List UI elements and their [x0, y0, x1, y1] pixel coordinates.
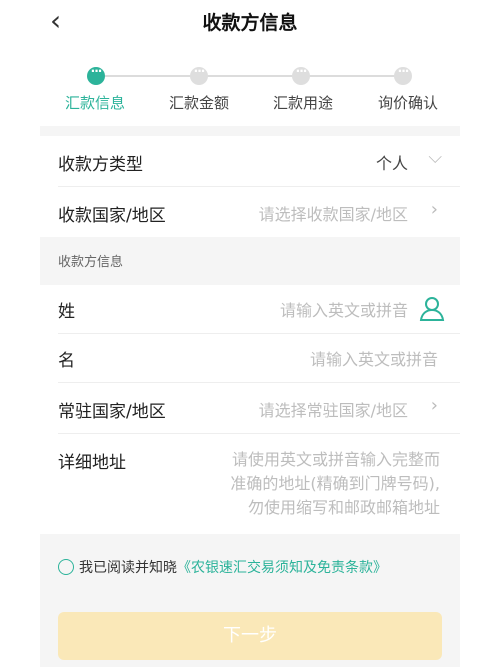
given-name-row[interactable]: 名 请输入英文或拼音 [40, 334, 460, 382]
surname-label: 姓 [58, 302, 75, 322]
step-dot-active [87, 64, 105, 85]
payee-type-label: 收款方类型 [58, 155, 143, 175]
address-placeholder-line: 请使用英文或拼音输入完整而 [231, 450, 440, 469]
residence-country-placeholder: 请选择常驻国家/地区 [258, 401, 408, 420]
agree-checkbox[interactable] [58, 559, 74, 575]
given-name-label: 名 [58, 351, 75, 371]
progress-steps: 汇款信息 汇款金额 汇款用途 询价确认 [40, 62, 460, 122]
payee-country-row[interactable]: 收款国家/地区 请选择收款国家/地区 › [40, 187, 460, 237]
user-contact-icon[interactable] [418, 294, 446, 322]
step-label-amount: 汇款金额 [169, 94, 230, 112]
address-label: 详细地址 [58, 453, 126, 473]
step-dot [292, 64, 310, 85]
step-dot [394, 64, 412, 85]
payee-type-value: 个人 [375, 154, 408, 173]
chevron-down-icon: ⌵ [428, 147, 442, 168]
agreement-text: 我已阅读并知晓 [79, 560, 177, 576]
nav-bar: ‹ 收款方信息 [0, 0, 500, 44]
address-textarea[interactable]: 请使用英文或拼音输入完整而 准确的地址(精确到门牌号码), 勿使用缩写和邮政邮箱… [200, 448, 440, 520]
chevron-right-icon: › [430, 395, 438, 416]
page-title: 收款方信息 [202, 12, 298, 34]
chevron-right-icon: › [430, 199, 438, 220]
address-placeholder-line: 勿使用缩写和邮政邮箱地址 [247, 498, 440, 517]
given-name-input[interactable]: 请输入英文或拼音 [310, 346, 438, 370]
payee-type-row[interactable]: 收款方类型 个人 ⌵ [40, 136, 460, 186]
residence-country-label: 常驻国家/地区 [58, 402, 166, 422]
terms-link[interactable]: 《农银速汇交易须知及免责条款》 [177, 560, 387, 576]
section-gap [40, 126, 460, 136]
step-dot [190, 64, 208, 85]
address-placeholder-line: 准确的地址(精确到门牌号码), [230, 474, 440, 493]
payee-country-placeholder: 请选择收款国家/地区 [258, 205, 408, 224]
step-label-quote-confirm: 询价确认 [378, 94, 439, 112]
agreement-row: 我已阅读并知晓《农银速汇交易须知及免责条款》 [58, 557, 387, 577]
section-title-payee-info: 收款方信息 [58, 255, 124, 270]
step-connector-line [105, 75, 395, 77]
surname-row[interactable]: 姓 请输入英文或拼音 [40, 285, 460, 333]
payee-country-label: 收款国家/地区 [58, 206, 166, 226]
residence-country-row[interactable]: 常驻国家/地区 请选择常驻国家/地区 › [40, 383, 460, 433]
next-step-button[interactable]: 下一步 [58, 612, 442, 660]
step-label-purpose: 汇款用途 [273, 94, 334, 112]
step-label-remittance-info: 汇款信息 [65, 94, 126, 112]
surname-input[interactable]: 请输入英文或拼音 [280, 297, 408, 321]
